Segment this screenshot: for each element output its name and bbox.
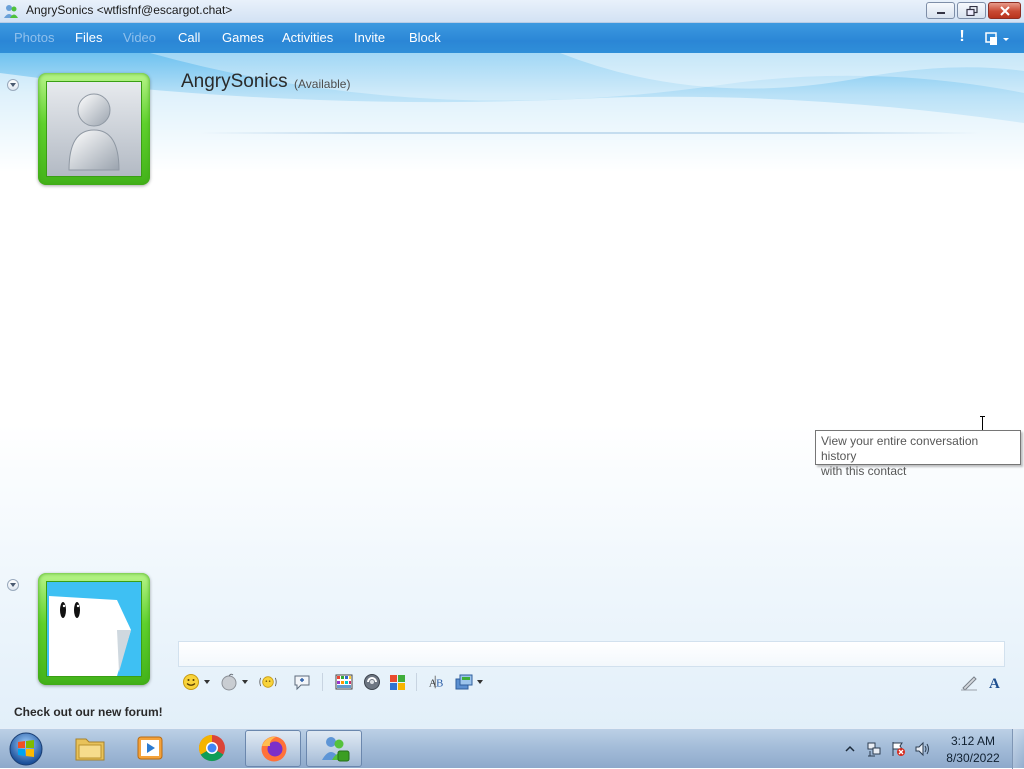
messenger-icon <box>322 737 350 762</box>
menu-call[interactable]: Call <box>178 30 200 45</box>
menu-block[interactable]: Block <box>409 30 441 45</box>
taskbar: 3:12 AM 8/30/2022 <box>0 728 1024 769</box>
show-menu-icon[interactable] <box>983 31 1013 47</box>
contact-picture-collapse-button[interactable] <box>7 79 19 91</box>
taskbar-media-player-button[interactable] <box>122 730 178 767</box>
show-desktop-button[interactable] <box>1012 729 1024 769</box>
self-display-picture[interactable] <box>38 573 150 685</box>
activities-icon[interactable] <box>389 673 407 691</box>
close-icon <box>999 6 1010 16</box>
font-icon[interactable]: A <box>986 673 1004 691</box>
contact-avatar-image <box>46 81 142 177</box>
text-cursor-icon <box>980 416 985 431</box>
ghost-avatar-icon <box>49 596 131 676</box>
forum-ad-link[interactable]: Check out our new forum! <box>14 705 163 719</box>
tooltip-line-1: View your entire conversation history <box>821 434 979 463</box>
handwriting-icon[interactable] <box>960 673 978 691</box>
font-spell-icon[interactable]: A B <box>428 673 446 691</box>
clock-time[interactable]: 3:12 AM <box>940 734 1006 748</box>
emoticon-icon[interactable] <box>182 673 200 691</box>
message-input[interactable] <box>178 641 1005 667</box>
show-hidden-icons-icon[interactable] <box>843 741 857 757</box>
contact-name: AngrySonics <box>181 71 288 92</box>
background-icon[interactable] <box>335 673 353 691</box>
voice-clip-icon[interactable] <box>293 673 311 691</box>
window-title: AngrySonics <wtfisfnf@escargot.chat> <box>26 3 233 17</box>
default-user-icon <box>68 93 120 171</box>
restore-icon <box>965 6 978 16</box>
toolbar-separator <box>416 673 417 691</box>
minimize-icon <box>936 12 945 14</box>
chevron-down-icon <box>10 583 16 587</box>
menu-photos[interactable]: Photos <box>14 30 54 45</box>
network-icon[interactable] <box>866 741 882 757</box>
minimize-button[interactable] <box>926 2 955 19</box>
clock-date[interactable]: 8/30/2022 <box>940 751 1006 765</box>
action-center-icon[interactable] <box>890 741 906 757</box>
taskbar-firefox-button[interactable] <box>245 730 301 767</box>
messenger-app-icon <box>4 5 18 18</box>
alert-icon[interactable]: ! <box>955 28 969 48</box>
svg-text:B: B <box>436 678 443 690</box>
start-button-icon[interactable] <box>7 731 45 767</box>
volume-icon[interactable] <box>914 741 930 757</box>
wink-dropdown-icon[interactable] <box>242 680 248 684</box>
menu-files[interactable]: Files <box>75 30 102 45</box>
nudge-icon[interactable] <box>259 673 277 691</box>
menu-video[interactable]: Video <box>123 30 156 45</box>
header-divider <box>200 132 980 134</box>
media-player-icon <box>137 736 163 760</box>
taskbar-messenger-button[interactable] <box>306 730 362 767</box>
svg-text:A: A <box>989 676 1000 691</box>
contact-status: (Available) <box>294 77 351 91</box>
menu-activities[interactable]: Activities <box>282 30 333 45</box>
contact-display-picture[interactable] <box>38 73 150 185</box>
header-background-art <box>0 53 1024 173</box>
restore-button[interactable] <box>957 2 986 19</box>
taskbar-chrome-button[interactable] <box>184 730 240 767</box>
send-file-icon[interactable] <box>455 673 473 691</box>
emoticon-dropdown-icon[interactable] <box>204 680 210 684</box>
wink-icon[interactable] <box>220 673 238 691</box>
folder-icon <box>75 738 105 761</box>
firefox-icon <box>261 736 287 762</box>
games-icon[interactable] <box>363 673 381 691</box>
send-file-dropdown-icon[interactable] <box>477 680 483 684</box>
tooltip-line-2: with this contact <box>821 464 907 478</box>
menu-bar: Photos Files Video Call Games Activities… <box>0 23 1024 53</box>
toolbar-separator <box>322 673 323 691</box>
chrome-icon <box>198 734 225 762</box>
close-button[interactable] <box>988 2 1021 19</box>
menu-games[interactable]: Games <box>222 30 264 45</box>
self-picture-collapse-button[interactable] <box>7 579 19 591</box>
history-tooltip: View your entire conversation history wi… <box>815 430 1021 478</box>
self-avatar-image <box>46 581 142 677</box>
menu-invite[interactable]: Invite <box>354 30 385 45</box>
title-bar: AngrySonics <wtfisfnf@escargot.chat> <box>0 0 1024 23</box>
chevron-down-icon <box>10 83 16 87</box>
taskbar-explorer-button[interactable] <box>62 730 118 767</box>
conversation-window: AngrySonics (Available) View your entire… <box>0 53 1024 728</box>
